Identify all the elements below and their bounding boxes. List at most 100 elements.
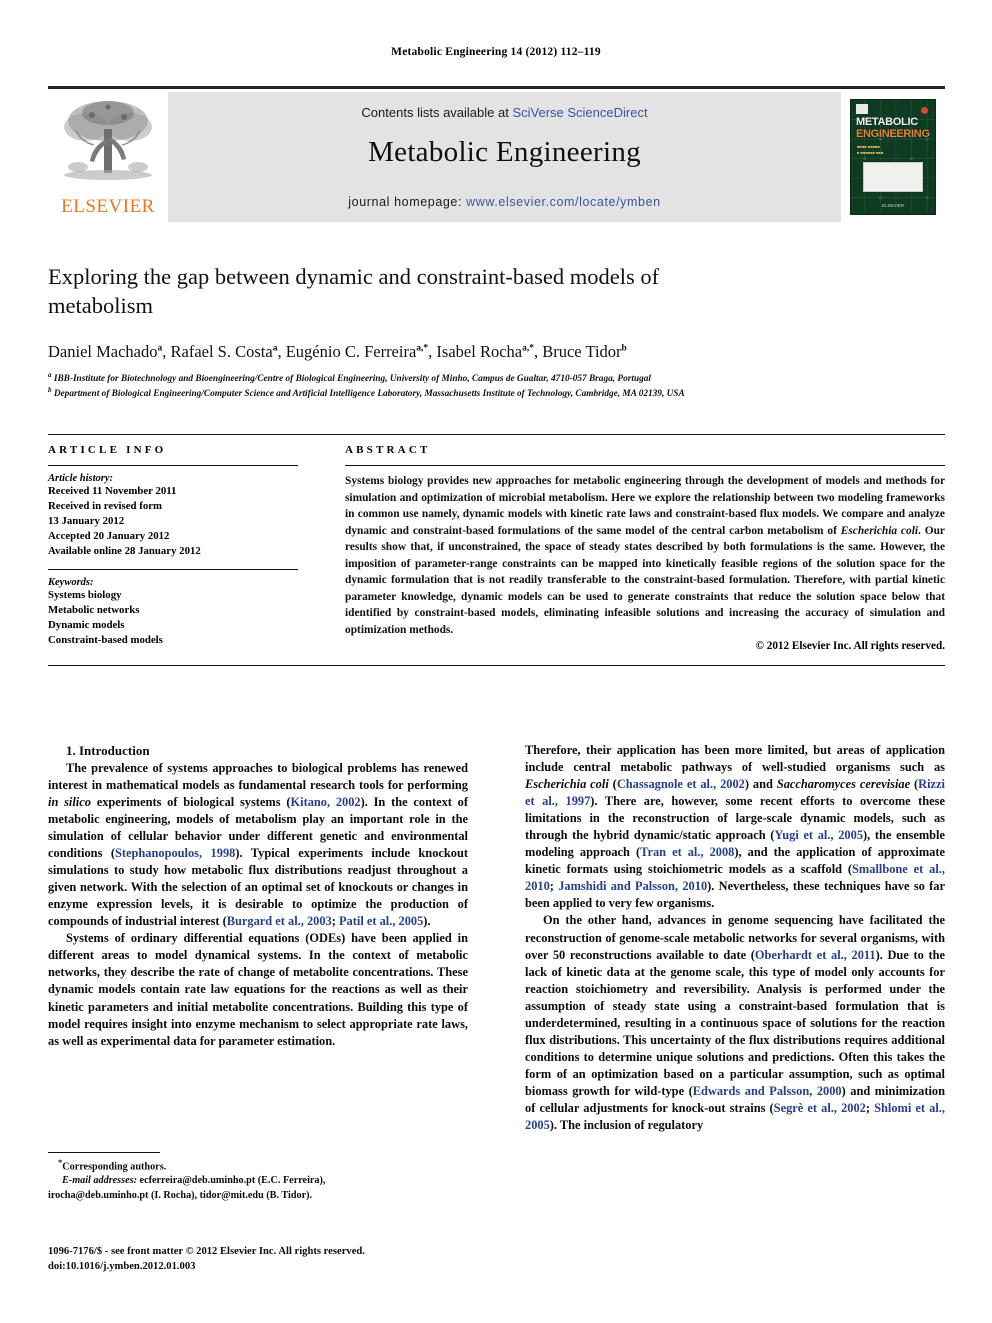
keyword-item: Dynamic models — [48, 618, 125, 631]
citation-link[interactable]: Patil et al., 2005 — [339, 914, 423, 928]
citation-link[interactable]: Stephanopoulos, 1998 — [115, 846, 235, 860]
journal-cover-thumbnail: METABOLIC ENGINEERING ■■■■ ■■■■■ ■ ■■■■■■… — [841, 92, 945, 222]
keyword-item: Systems biology — [48, 588, 122, 601]
citation-link[interactable]: Tran et al., 2008 — [640, 845, 734, 859]
author-name: Bruce Tidor — [542, 342, 622, 361]
citation-link[interactable]: Oberhardt et al., 2011 — [755, 948, 876, 962]
citation-link[interactable]: Segrè et al., 2002 — [774, 1101, 866, 1115]
email-line-2-wrap: irocha@deb.uminho.pt (I. Rocha), tidor@m… — [48, 1189, 468, 1203]
elsevier-tree-icon — [64, 101, 152, 180]
body-column-right: Therefore, their application has been mo… — [525, 742, 945, 1134]
email-line-1[interactable]: ecferreira@deb.uminho.pt (E.C. Ferreira)… — [137, 1175, 326, 1186]
abstract-heading: ABSTRACT — [345, 444, 431, 456]
text-run: ). The inclusion of regulatory — [549, 1118, 704, 1133]
section-heading-introduction: 1. Introduction — [66, 743, 150, 758]
affiliation-text: Department of Biological Engineering/Com… — [53, 389, 685, 400]
citation-link[interactable]: Burgard et al., 2003 — [227, 914, 332, 928]
email-label: E-mail addresses: — [62, 1175, 137, 1187]
author-name: Isabel Rocha — [436, 342, 523, 361]
abstract-part-2: . Our results show that, if unconstraine… — [345, 524, 945, 636]
text-run: ( — [910, 777, 919, 792]
article-history-label: Article history: — [48, 473, 114, 484]
contents-prefix: Contents lists available at — [361, 105, 513, 120]
cover-red-dot-icon — [921, 107, 928, 114]
history-item: Available online 28 January 2012 — [48, 545, 201, 558]
history-item: Accepted 20 January 2012 — [48, 530, 170, 543]
elsevier-wordmark: ELSEVIER — [61, 196, 155, 217]
text-run: ) and — [744, 777, 777, 792]
body-column-left: 1. Introduction The prevalence of system… — [48, 742, 468, 1050]
paragraph: Systems of ordinary differential equatio… — [48, 931, 468, 1048]
history-item: Received 11 November 2011 — [48, 485, 177, 497]
footnote-block: *Corresponding authors. E-mail addresses… — [48, 1152, 468, 1203]
affiliation-list: a IBB-Institute for Biotechnology and Bi… — [48, 371, 943, 402]
journal-article-page: Metabolic Engineering 14 (2012) 112–119 — [0, 0, 992, 1323]
author-name: Daniel Machado — [48, 342, 158, 361]
citation-link[interactable]: Yugi et al., 2005 — [774, 828, 863, 842]
running-head: Metabolic Engineering 14 (2012) 112–119 — [391, 46, 601, 58]
history-item: Received in revised form — [48, 500, 163, 513]
text-run: ). Due to the lack of kinetic data at th… — [525, 947, 945, 1098]
cover-subtext: ■■■■ ■■■■■ ■ ■■■■■■ ■■■ — [857, 144, 884, 155]
journal-homepage-line: journal homepage: www.elsevier.com/locat… — [168, 195, 841, 209]
corresponding-author-text: Corresponding authors. — [62, 1161, 167, 1173]
abstract-organism-name: Escherichia coli — [840, 524, 919, 537]
cover-art: METABOLIC ENGINEERING ■■■■ ■■■■■ ■ ■■■■■■… — [850, 99, 936, 215]
keywords-label: Keywords: — [48, 576, 94, 588]
text-italic: Escherichia coli — [525, 777, 609, 792]
citation-link[interactable]: Jamshidi and Palsson, 2010 — [558, 879, 707, 893]
text-italic: in silico — [48, 794, 91, 809]
article-info-divider — [48, 465, 298, 466]
article-info-heading: ARTICLE INFO — [48, 444, 167, 456]
email-line-2[interactable]: irocha@deb.uminho.pt (I. Rocha), tidor@m… — [48, 1190, 312, 1201]
text-run: ; — [331, 914, 339, 929]
doi-line[interactable]: doi:10.1016/j.ymben.2012.01.003 — [48, 1259, 518, 1274]
text-run: ( — [608, 777, 617, 792]
author-name: Eugénio C. Ferreira — [285, 342, 417, 361]
abstract-column: ABSTRACT Systems biology provides new ap… — [345, 444, 945, 652]
article-title: Exploring the gap between dynamic and co… — [48, 264, 660, 319]
citation-link[interactable]: Kitano, 2002 — [290, 795, 360, 809]
text-run: ; — [549, 879, 559, 894]
author-marks: a — [157, 343, 163, 354]
sciencedirect-link[interactable]: SciVerse ScienceDirect — [512, 105, 647, 120]
text-run: ). — [423, 914, 431, 929]
journal-homepage-link[interactable]: www.elsevier.com/locate/ymben — [466, 195, 661, 209]
affiliation-item: b Department of Biological Engineering/C… — [48, 386, 943, 401]
cover-publisher-footer: ELSEVIER — [881, 203, 904, 208]
journal-title: Metabolic Engineering — [368, 136, 641, 168]
paragraph: The prevalence of systems approaches to … — [48, 760, 468, 930]
paragraph: Therefore, their application has been mo… — [525, 742, 945, 912]
affiliation-item: a IBB-Institute for Biotechnology and Bi… — [48, 371, 943, 386]
author-name: Rafael S. Costa — [170, 342, 273, 361]
journal-banner: Contents lists available at SciVerse Sci… — [168, 92, 841, 222]
affiliation-mark: b — [48, 386, 52, 395]
cover-title-line1: METABOLIC — [856, 116, 918, 128]
corresponding-author-note: *Corresponding authors. — [48, 1157, 468, 1174]
author-marks: a,* — [416, 343, 429, 354]
affiliation-text: IBB-Institute for Biotechnology and Bioe… — [53, 374, 651, 385]
abstract-copyright: © 2012 Elsevier Inc. All rights reserved… — [755, 640, 945, 653]
issn-line: 1096-7176/$ - see front matter © 2012 El… — [48, 1246, 365, 1257]
email-note: E-mail addresses: ecferreira@deb.uminho.… — [48, 1174, 468, 1188]
author-marks: b — [621, 343, 627, 354]
history-item: 13 January 2012 — [48, 515, 125, 528]
keywords-list: Systems biology Metabolic networks Dynam… — [48, 588, 298, 648]
text-run: experiments of biological systems ( — [90, 794, 291, 809]
affiliation-mark: a — [48, 371, 52, 379]
keyword-item: Constraint-based models — [48, 633, 163, 646]
keywords-block: Keywords: Systems biology Metabolic netw… — [48, 577, 298, 648]
text-run: ; — [865, 1100, 875, 1115]
author-marks: a — [272, 343, 278, 354]
author-marks: a,* — [522, 343, 534, 354]
text-run: The prevalence of systems approaches to … — [48, 760, 468, 792]
issn-doi-block: 1096-7176/$ - see front matter © 2012 El… — [48, 1244, 518, 1274]
cover-publisher-mark — [856, 104, 868, 114]
contents-available-line: Contents lists available at SciVerse Sci… — [168, 105, 841, 120]
citation-link[interactable]: Chassagnole et al., 2002 — [617, 777, 745, 791]
cover-diagram-figure — [863, 162, 923, 192]
citation-link[interactable]: Edwards and Palsson, 2000 — [693, 1084, 842, 1098]
article-info-column: ARTICLE INFO Article history: Received 1… — [48, 444, 298, 648]
keywords-divider — [48, 568, 298, 570]
text-run: Therefore, their application has been mo… — [525, 743, 945, 775]
